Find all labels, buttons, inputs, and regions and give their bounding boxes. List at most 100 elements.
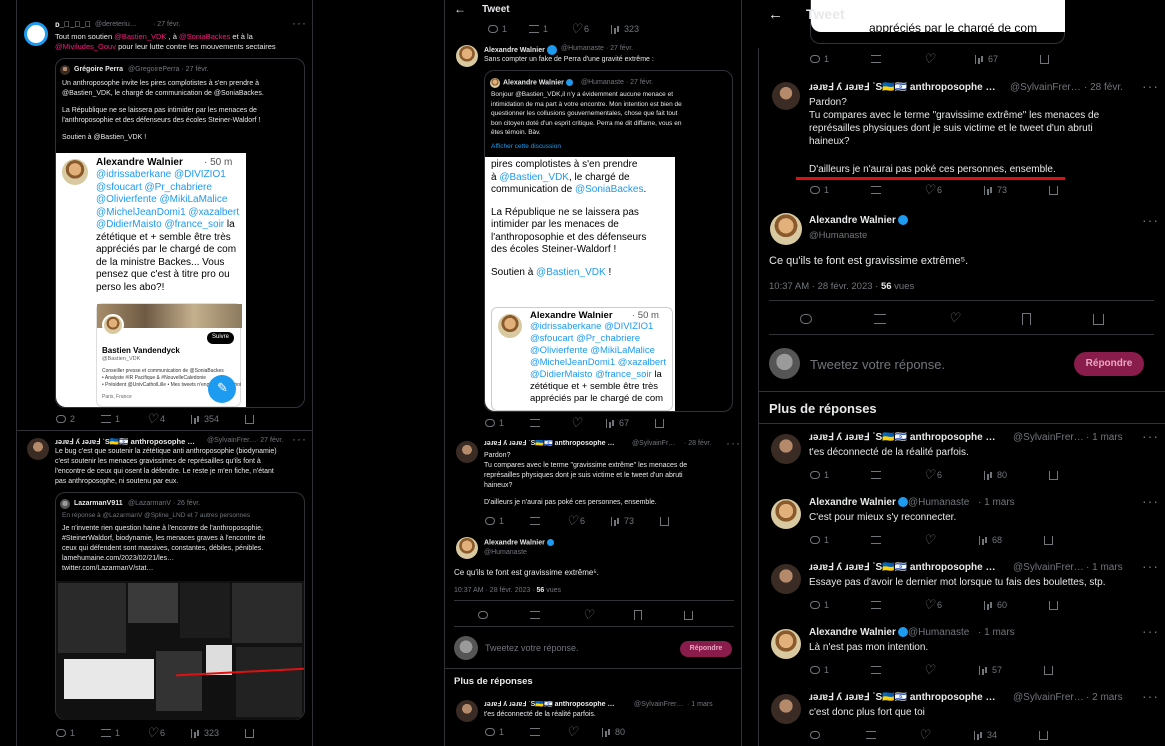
retweet-button[interactable] bbox=[530, 516, 541, 526]
share-button[interactable] bbox=[1049, 470, 1059, 480]
share-button[interactable] bbox=[684, 610, 693, 620]
reply-button[interactable] bbox=[478, 610, 488, 620]
avatar[interactable] bbox=[456, 537, 478, 559]
reply-button[interactable] bbox=[800, 313, 812, 325]
more-icon[interactable]: ··· bbox=[292, 432, 307, 446]
like-button[interactable]: 6 bbox=[146, 725, 165, 741]
reply-input[interactable]: Tweetez votre réponse. bbox=[485, 643, 579, 654]
views-button[interactable]: 323 bbox=[191, 728, 219, 738]
back-arrow-icon[interactable]: ← bbox=[768, 6, 783, 25]
avatar[interactable] bbox=[456, 700, 478, 722]
tweet-date[interactable]: · 1 mars bbox=[978, 497, 1015, 510]
views-button[interactable]: 60 bbox=[984, 600, 1007, 610]
more-icon[interactable]: ··· bbox=[1142, 428, 1159, 444]
reply-tweet[interactable]: ɹǝɹɐℲ ʎ ɹǝɹɐℲ ˙S🇺🇦🇮🇱 anthroposophe … @Syl… bbox=[758, 688, 1165, 746]
avatar[interactable] bbox=[772, 82, 800, 110]
like-button[interactable] bbox=[948, 310, 960, 326]
retweet-button[interactable] bbox=[871, 535, 882, 545]
share-button[interactable] bbox=[1039, 730, 1049, 740]
reply-button[interactable]: 1 bbox=[485, 516, 504, 526]
tweet-date[interactable]: · 27 févr. bbox=[153, 21, 180, 30]
retweet-button[interactable] bbox=[871, 470, 882, 480]
author-name[interactable]: Alexandre Walnier bbox=[809, 497, 908, 510]
like-button[interactable]: 6 bbox=[923, 467, 942, 483]
retweet-button[interactable] bbox=[866, 730, 876, 740]
author-name[interactable]: Alexandre Walnier bbox=[484, 45, 557, 56]
quoted-tweet[interactable]: LazarmanV911 @LazarmanV · 26 févr. En ré… bbox=[55, 492, 305, 720]
like-button[interactable]: 6 bbox=[566, 513, 585, 529]
avatar[interactable] bbox=[771, 499, 801, 529]
author-name[interactable]: ɹǝɹɐℲ ʎ ɹǝɹɐℲ ˙S🇺🇦🇮🇱 anthroposophe … bbox=[809, 82, 1005, 95]
avatar[interactable] bbox=[456, 45, 478, 67]
more-icon[interactable]: ··· bbox=[726, 436, 741, 450]
author-name[interactable]: ɹǝɹɐℲ ʎ ɹǝɹɐℲ ˙S🇺🇦🇮🇱 anthroposophe … bbox=[809, 562, 1009, 575]
tweet-date[interactable]: · 1 mars bbox=[1086, 432, 1123, 445]
avatar[interactable] bbox=[771, 694, 801, 724]
retweet-button[interactable]: 1 bbox=[101, 414, 120, 424]
share-button[interactable] bbox=[1044, 535, 1054, 545]
reply-button[interactable]: 1 bbox=[485, 727, 504, 737]
author-handle[interactable]: @Humanaste bbox=[908, 497, 969, 510]
views-button[interactable]: 80 bbox=[602, 727, 625, 737]
share-button[interactable] bbox=[245, 728, 255, 738]
reply-button[interactable] bbox=[810, 730, 824, 740]
more-icon[interactable]: ··· bbox=[1142, 78, 1159, 94]
bookmark-button[interactable] bbox=[1022, 313, 1031, 325]
author-name[interactable]: Alexandre Walnier bbox=[809, 215, 908, 228]
reply-submit-button[interactable]: Répondre bbox=[680, 641, 732, 657]
views-button[interactable]: 323 bbox=[611, 24, 639, 34]
more-icon[interactable]: ··· bbox=[1142, 558, 1159, 574]
views-button[interactable]: 67 bbox=[606, 418, 629, 428]
quoted-tweet[interactable]: Grégoire Perra @GregoirePerra · 27 févr.… bbox=[55, 58, 305, 408]
views-button[interactable]: 67 bbox=[975, 54, 998, 64]
retweet-button[interactable] bbox=[874, 313, 886, 325]
tweet-date[interactable]: · 28 févr. bbox=[684, 440, 711, 449]
share-button[interactable] bbox=[1093, 313, 1104, 325]
like-button[interactable]: 6 bbox=[923, 182, 942, 198]
reply-button[interactable]: 1 bbox=[810, 535, 829, 545]
avatar[interactable] bbox=[771, 564, 801, 594]
retweet-button[interactable] bbox=[530, 727, 541, 737]
back-arrow-icon[interactable]: ← bbox=[454, 2, 466, 17]
author-handle[interactable]: @Humanaste bbox=[809, 230, 867, 242]
tweet-date[interactable]: · 1 mars bbox=[978, 627, 1015, 640]
reply-button[interactable]: 1 bbox=[485, 418, 504, 428]
more-icon[interactable]: ··· bbox=[1142, 623, 1159, 639]
like-button[interactable] bbox=[918, 727, 932, 743]
reply-tweet[interactable]: Alexandre Walnier @Humanaste · 1 mars ··· C'… bbox=[758, 493, 1165, 557]
like-button[interactable]: 6 bbox=[570, 21, 589, 37]
reply-submit-button[interactable]: Répondre bbox=[1074, 352, 1144, 376]
views-button[interactable]: 354 bbox=[191, 414, 219, 424]
author-name[interactable]: Alexandre Walnier bbox=[484, 539, 554, 548]
like-button[interactable]: 6 bbox=[923, 597, 942, 613]
quoted-tweet[interactable]: Alexandre Walnier @Humanaste · 27 févr. … bbox=[484, 70, 733, 412]
bookmark-button[interactable] bbox=[634, 610, 642, 620]
views-button[interactable]: 73 bbox=[984, 185, 1007, 195]
retweet-button[interactable] bbox=[871, 600, 882, 610]
reply-tweet[interactable]: ɹǝɹɐℲ ʎ ɹǝɹɐℲ ˙S🇺🇦🇮🇱 anthroposophe … @Syl… bbox=[758, 428, 1165, 492]
tweet-date[interactable]: · 2 mars bbox=[1086, 692, 1123, 705]
author-handle[interactable]: @SylvainFrer… bbox=[207, 437, 257, 446]
like-button[interactable] bbox=[923, 662, 937, 678]
reply-button[interactable]: 1 bbox=[810, 185, 829, 195]
more-icon[interactable]: ··· bbox=[1142, 493, 1159, 509]
tweet-date[interactable]: · 27 févr. bbox=[256, 437, 283, 446]
reply-button[interactable]: 1 bbox=[488, 24, 507, 34]
share-button[interactable] bbox=[245, 414, 255, 424]
retweet-button[interactable]: 1 bbox=[529, 24, 548, 34]
avatar[interactable] bbox=[456, 441, 478, 463]
reply-button[interactable]: 2 bbox=[56, 414, 75, 424]
author-name[interactable]: ɹǝɹɐℲ ʎ ɹǝɹɐℲ ˙S🇺🇦🇮🇱 anthroposophe … bbox=[484, 440, 630, 449]
avatar[interactable] bbox=[771, 434, 801, 464]
author-handle[interactable]: @SylvainFrer… bbox=[1013, 432, 1084, 445]
views-button[interactable]: 80 bbox=[984, 470, 1007, 480]
like-button[interactable] bbox=[923, 532, 937, 548]
reply-button[interactable]: 1 bbox=[810, 54, 829, 64]
author-handle[interactable]: @SylvainFrer… bbox=[634, 701, 684, 710]
views-button[interactable]: 57 bbox=[979, 665, 1002, 675]
author-name[interactable]: ɹǝɹɐℲ ʎ ɹǝɹɐℲ ˙S🇺🇦🇮🇱 anthroposophe … bbox=[55, 437, 205, 446]
author-handle[interactable]: @SylvainFr… bbox=[632, 440, 675, 449]
views-button[interactable]: 68 bbox=[979, 535, 1002, 545]
reply-button[interactable]: 1 bbox=[56, 728, 75, 738]
tweet-date[interactable]: · 1 mars bbox=[687, 701, 713, 710]
